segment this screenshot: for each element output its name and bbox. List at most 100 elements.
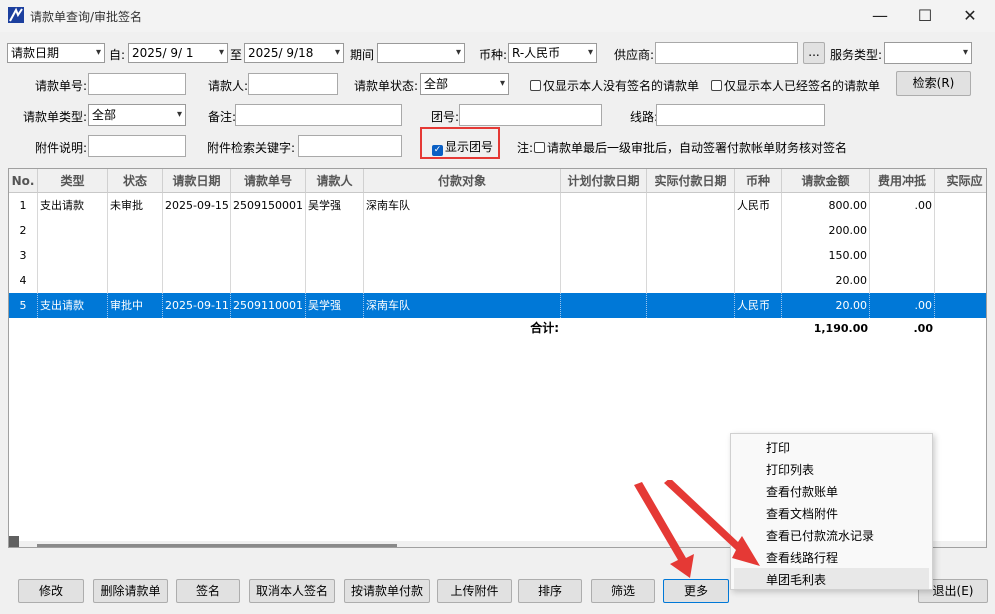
cell-no[interactable]: 1 xyxy=(9,193,38,218)
scroll-left-handle[interactable] xyxy=(9,536,19,547)
cell-amount[interactable]: 20.00 xyxy=(782,268,870,293)
cell-request-date[interactable] xyxy=(163,243,231,268)
supplier-input[interactable] xyxy=(655,42,798,64)
cell-offset[interactable]: .00 xyxy=(870,293,935,318)
cell-no[interactable]: 3 xyxy=(9,243,38,268)
cell-actual-pay-date[interactable] xyxy=(647,218,735,243)
col-header-payee[interactable]: 付款对象 xyxy=(364,169,561,193)
col-header-actual[interactable]: 实际应 xyxy=(935,169,986,193)
cell-requester[interactable] xyxy=(306,268,364,293)
modify-button[interactable]: 修改 xyxy=(18,579,84,603)
upload-attachment-button[interactable]: 上传附件 xyxy=(437,579,512,603)
cell-type[interactable]: 支出请款 xyxy=(38,293,108,318)
cell-offset[interactable] xyxy=(870,218,935,243)
cell-status[interactable] xyxy=(108,243,163,268)
only-unsigned-checkbox[interactable]: 仅显示本人没有签名的请款单 xyxy=(530,77,699,94)
date-type-select[interactable]: 请款日期 ▾ xyxy=(7,43,105,63)
cell-offset[interactable] xyxy=(870,243,935,268)
cell-requester[interactable]: 吴学强 xyxy=(306,293,364,318)
cell-no[interactable]: 5 xyxy=(9,293,38,318)
cell-request-no[interactable] xyxy=(231,268,306,293)
attach-desc-input[interactable] xyxy=(88,135,186,157)
sort-button[interactable]: 排序 xyxy=(518,579,582,603)
cell-requester[interactable] xyxy=(306,243,364,268)
maximize-button[interactable]: ☐ xyxy=(905,4,945,28)
cell-plan-pay-date[interactable] xyxy=(561,268,647,293)
close-button[interactable]: ✕ xyxy=(950,4,990,28)
only-signed-checkbox[interactable]: 仅显示本人已经签名的请款单 xyxy=(711,77,880,94)
cell-plan-pay-date[interactable] xyxy=(561,293,647,318)
cell-payee[interactable]: 深南车队 xyxy=(364,193,561,218)
cell-status[interactable]: 未审批 xyxy=(108,193,163,218)
cell-actual[interactable] xyxy=(935,243,986,268)
cell-offset[interactable]: .00 xyxy=(870,193,935,218)
cell-currency[interactable] xyxy=(735,243,782,268)
cell-payee[interactable]: 深南车队 xyxy=(364,293,561,318)
attach-keyword-input[interactable] xyxy=(298,135,402,157)
col-header-type[interactable]: 类型 xyxy=(38,169,108,193)
menu-item-print-list[interactable]: 打印列表 xyxy=(766,461,814,478)
col-header-status[interactable]: 状态 xyxy=(108,169,163,193)
cell-currency[interactable] xyxy=(735,268,782,293)
cell-request-date[interactable]: 2025-09-15 xyxy=(163,193,231,218)
cell-actual[interactable] xyxy=(935,218,986,243)
cell-actual-pay-date[interactable] xyxy=(647,268,735,293)
menu-item-view-payment-bill[interactable]: 查看付款账单 xyxy=(766,483,838,500)
show-group-checkbox[interactable]: ✓ 显示团号 xyxy=(432,138,493,156)
cell-requester[interactable] xyxy=(306,218,364,243)
menu-item-group-profit[interactable]: 单团毛利表 xyxy=(766,571,826,588)
to-date-picker[interactable]: 2025/ 9/18 ▾ xyxy=(244,43,344,63)
period-select[interactable]: ▾ xyxy=(377,43,465,63)
request-no-input[interactable] xyxy=(88,73,186,95)
cell-payee[interactable] xyxy=(364,268,561,293)
cell-type[interactable] xyxy=(38,268,108,293)
scrollbar-thumb[interactable] xyxy=(37,544,397,547)
menu-item-print[interactable]: 打印 xyxy=(766,439,790,456)
col-header-requester[interactable]: 请款人 xyxy=(306,169,364,193)
auto-sign-checkbox[interactable]: 请款单最后一级审批后，自动签署付款帐单财务核对签名 xyxy=(534,139,847,156)
col-header-actual-pay-date[interactable]: 实际付款日期 xyxy=(647,169,735,193)
cell-status[interactable] xyxy=(108,268,163,293)
col-header-plan-pay-date[interactable]: 计划付款日期 xyxy=(561,169,647,193)
cell-plan-pay-date[interactable] xyxy=(561,218,647,243)
request-type-select[interactable]: 全部 ▾ xyxy=(88,104,186,126)
status-select[interactable]: 全部 ▾ xyxy=(420,73,509,95)
col-header-offset[interactable]: 费用冲抵 xyxy=(870,169,935,193)
cell-type[interactable]: 支出请款 xyxy=(38,193,108,218)
cell-actual-pay-date[interactable] xyxy=(647,193,735,218)
cell-status[interactable] xyxy=(108,218,163,243)
cell-currency[interactable]: 人民币 xyxy=(735,193,782,218)
col-header-request-no[interactable]: 请款单号 xyxy=(231,169,306,193)
cell-request-no[interactable]: 2509110001 xyxy=(231,293,306,318)
menu-item-view-attachments[interactable]: 查看文档附件 xyxy=(766,505,838,522)
filter-button[interactable]: 筛选 xyxy=(591,579,655,603)
cell-actual[interactable] xyxy=(935,293,986,318)
sign-button[interactable]: 签名 xyxy=(176,579,240,603)
cell-amount[interactable]: 800.00 xyxy=(782,193,870,218)
cell-request-date[interactable] xyxy=(163,218,231,243)
cell-no[interactable]: 2 xyxy=(9,218,38,243)
cell-plan-pay-date[interactable] xyxy=(561,193,647,218)
cell-payee[interactable] xyxy=(364,218,561,243)
supplier-browse-button[interactable]: ... xyxy=(803,42,825,64)
menu-item-view-route[interactable]: 查看线路行程 xyxy=(766,549,838,566)
col-header-amount[interactable]: 请款金额 xyxy=(782,169,870,193)
cell-request-no[interactable] xyxy=(231,218,306,243)
col-header-no[interactable]: No. xyxy=(9,169,38,193)
cell-actual[interactable] xyxy=(935,268,986,293)
pay-by-request-button[interactable]: 按请款单付款 xyxy=(344,579,430,603)
delete-request-button[interactable]: 删除请款单 xyxy=(93,579,168,603)
group-no-input[interactable] xyxy=(459,104,602,126)
cell-actual-pay-date[interactable] xyxy=(647,293,735,318)
cell-requester[interactable]: 吴学强 xyxy=(306,193,364,218)
cell-currency[interactable] xyxy=(735,218,782,243)
cell-payee[interactable] xyxy=(364,243,561,268)
col-header-request-date[interactable]: 请款日期 xyxy=(163,169,231,193)
service-type-select[interactable]: ▾ xyxy=(884,42,972,64)
cell-offset[interactable] xyxy=(870,268,935,293)
minimize-button[interactable]: — xyxy=(860,4,900,28)
from-date-picker[interactable]: 2025/ 9/ 1 ▾ xyxy=(128,43,228,63)
cell-amount[interactable]: 150.00 xyxy=(782,243,870,268)
cell-type[interactable] xyxy=(38,243,108,268)
search-button[interactable]: 检索(R) xyxy=(896,71,971,96)
